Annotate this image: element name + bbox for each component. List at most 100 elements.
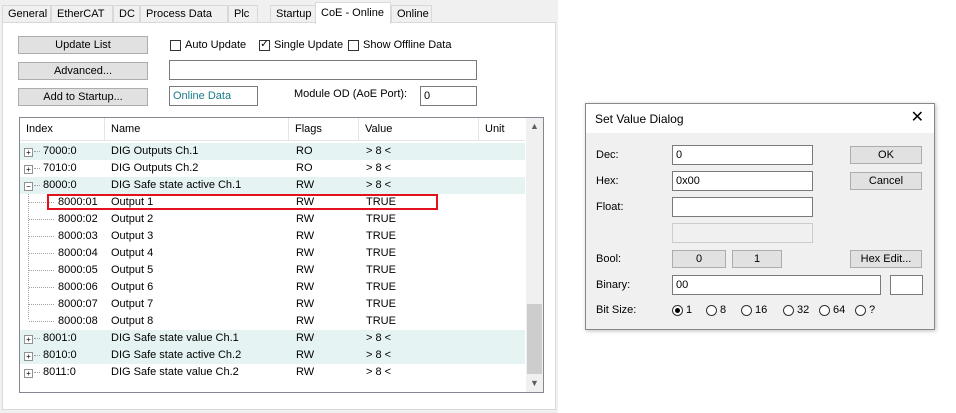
cell-value: > 8 < <box>366 179 392 191</box>
bit-size-16-label: 16 <box>755 304 768 316</box>
radio-dot[interactable] <box>819 304 830 316</box>
float-field[interactable] <box>672 197 813 217</box>
module-od-label: Module OD (AoE Port): <box>294 88 408 100</box>
table-row[interactable]: 8000:08 Output 8 RW TRUE <box>20 313 525 330</box>
table-row[interactable]: 8000:07 Output 7 RW TRUE <box>20 296 525 313</box>
tab-process-data[interactable]: Process Data <box>140 5 228 22</box>
hex-field[interactable]: 0x00 <box>672 171 813 191</box>
add-to-startup-button[interactable]: Add to Startup... <box>18 88 148 106</box>
radio-dot[interactable] <box>741 304 752 316</box>
set-value-dialog: Set Value Dialog ✕ Dec: 0 Hex: 0x00 Floa… <box>585 103 935 330</box>
header-name[interactable]: Name <box>105 118 289 140</box>
auto-update-checkbox[interactable]: Auto Update <box>170 39 246 51</box>
single-update-checkbox[interactable]: ✓ Single Update <box>259 39 343 51</box>
cell-name: Output 6 <box>111 281 154 293</box>
bit-size-unknown-radio[interactable]: ? <box>855 304 875 316</box>
update-list-button[interactable]: Update List <box>18 36 148 54</box>
radio-dot[interactable] <box>706 304 717 316</box>
expand-icon[interactable]: + <box>24 148 33 157</box>
bit-size-64-label: 64 <box>833 304 846 316</box>
checkbox-checked[interactable]: ✓ <box>259 39 270 51</box>
dec-field[interactable]: 0 <box>672 145 813 165</box>
expand-icon[interactable]: + <box>24 165 33 174</box>
bit-size-8-radio[interactable]: 8 <box>706 304 726 316</box>
tab-general[interactable]: General <box>2 5 51 22</box>
radio-dot[interactable] <box>855 304 866 316</box>
binary-secondary-field[interactable] <box>890 275 923 295</box>
cell-flags: RW <box>296 247 315 259</box>
table-row[interactable]: +8001:0 DIG Safe state value Ch.1 RW > 8 < <box>20 330 525 347</box>
cell-flags: RW <box>296 366 315 378</box>
cell-name: DIG Safe state active Ch.2 <box>111 349 242 361</box>
cell-flags: RW <box>296 298 315 310</box>
header-index[interactable]: Index <box>20 118 105 140</box>
cell-flags: RW <box>296 332 315 344</box>
table-row[interactable]: +8011:0 DIG Safe state value Ch.2 RW > 8 < <box>20 364 525 381</box>
cancel-button[interactable]: Cancel <box>850 172 922 190</box>
tab-online[interactable]: Online <box>391 5 432 22</box>
bit-size-1-radio[interactable]: 1 <box>672 304 692 316</box>
cell-name: Output 5 <box>111 264 154 276</box>
radio-dot[interactable] <box>672 304 683 316</box>
table-row[interactable]: 8000:06 Output 6 RW TRUE <box>20 279 525 296</box>
advanced-button[interactable]: Advanced... <box>18 62 148 80</box>
binary-field[interactable]: 00 <box>672 275 881 295</box>
table-row[interactable]: 8000:04 Output 4 RW TRUE <box>20 245 525 262</box>
table-row[interactable]: 8000:02 Output 2 RW TRUE <box>20 211 525 228</box>
bit-size-32-radio[interactable]: 32 <box>783 304 809 316</box>
module-od-field[interactable]: 0 <box>420 86 477 106</box>
collapse-icon[interactable]: − <box>24 182 33 191</box>
tree-connector <box>29 253 54 254</box>
bool-1-button[interactable]: 1 <box>732 250 782 268</box>
checkbox-box[interactable] <box>348 39 359 51</box>
cell-value: TRUE <box>366 247 396 259</box>
hex-label: Hex: <box>596 175 619 187</box>
cell-index: 8000:02 <box>58 213 98 225</box>
auto-update-label: Auto Update <box>185 39 247 51</box>
cell-flags: RW <box>296 230 315 242</box>
table-row[interactable]: +8010:0 DIG Safe state active Ch.2 RW > 8 < <box>20 347 525 364</box>
ok-button[interactable]: OK <box>850 146 922 164</box>
table-row[interactable]: 8000:03 Output 3 RW TRUE <box>20 228 525 245</box>
expand-icon[interactable]: + <box>24 352 33 361</box>
tree-connector <box>34 151 40 152</box>
bit-size-16-radio[interactable]: 16 <box>741 304 767 316</box>
expand-icon[interactable]: + <box>24 369 33 378</box>
cell-value: TRUE <box>366 315 396 327</box>
object-list[interactable]: Index Name Flags Value Unit +7000:0 DIG O… <box>19 117 544 393</box>
tab-ethercat[interactable]: EtherCAT <box>51 5 113 22</box>
cell-value: > 8 < <box>366 366 392 378</box>
table-row[interactable]: 8000:05 Output 5 RW TRUE <box>20 262 525 279</box>
hex-edit-button[interactable]: Hex Edit... <box>850 250 922 268</box>
cell-index: 8000:03 <box>58 230 98 242</box>
header-flags[interactable]: Flags <box>289 118 359 140</box>
online-data-field: Online Data <box>169 86 258 106</box>
vertical-scrollbar[interactable]: ▲ ▼ <box>526 118 543 392</box>
tab-startup[interactable]: Startup <box>270 5 317 22</box>
checkbox-box[interactable] <box>170 39 181 51</box>
binary-label: Binary: <box>596 279 631 291</box>
bit-size-64-radio[interactable]: 64 <box>819 304 845 316</box>
cell-flags: RW <box>296 315 315 327</box>
header-unit[interactable]: Unit <box>479 118 525 140</box>
bool-0-button[interactable]: 0 <box>672 250 726 268</box>
scroll-up-icon[interactable]: ▲ <box>526 118 543 135</box>
header-value[interactable]: Value <box>359 118 479 140</box>
expand-icon[interactable]: + <box>24 335 33 344</box>
table-row[interactable]: +7000:0 DIG Outputs Ch.1 RO > 8 < <box>20 143 525 160</box>
bit-size-label: Bit Size: <box>596 304 637 316</box>
radio-dot[interactable] <box>783 304 794 316</box>
advanced-textbox[interactable] <box>169 60 477 80</box>
close-icon[interactable]: ✕ <box>911 109 924 127</box>
cell-name: DIG Outputs Ch.1 <box>111 145 199 157</box>
tab-dc[interactable]: DC <box>113 5 140 22</box>
scroll-down-icon[interactable]: ▼ <box>526 375 543 392</box>
cell-index: 8011:0 <box>43 366 76 378</box>
show-offline-data-checkbox[interactable]: Show Offline Data <box>348 39 451 51</box>
table-row[interactable]: +7010:0 DIG Outputs Ch.2 RO > 8 < <box>20 160 525 177</box>
tab-plc[interactable]: Plc <box>228 5 258 22</box>
scroll-thumb[interactable] <box>527 304 542 374</box>
table-row[interactable]: − 8000:0 DIG Safe state active Ch.1 RW > 8 < <box>20 177 525 194</box>
cell-flags: RW <box>296 264 315 276</box>
tab-coe-online[interactable]: CoE - Online <box>315 2 391 24</box>
